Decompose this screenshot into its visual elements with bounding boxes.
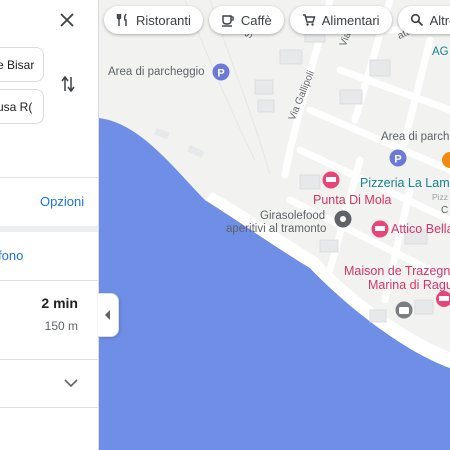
chip-label: Alimentari	[321, 12, 380, 28]
map-label-punta-di-mola[interactable]: Punta Di Mola	[313, 193, 392, 207]
origin-value: e Bisar	[0, 57, 35, 72]
map-label-parking[interactable]: Area di parche	[381, 131, 450, 143]
svg-text:P: P	[217, 68, 224, 80]
chip-cafes[interactable]: Caffè	[208, 6, 284, 34]
origin-input[interactable]: e Bisar	[0, 47, 44, 82]
map-label-maison-sub[interactable]: Marina di Ragu	[368, 278, 450, 292]
collapse-panel-button[interactable]	[98, 293, 119, 337]
fork-knife-icon	[116, 13, 127, 26]
section-divider	[0, 226, 98, 232]
camera-pin-icon	[395, 301, 413, 319]
route-option[interactable]: 2 min 150 m	[0, 281, 98, 359]
chip-groceries[interactable]: Alimentari	[289, 6, 392, 34]
close-icon[interactable]	[60, 13, 74, 27]
parking-pin-icon: P	[212, 63, 230, 81]
poi-pin-icon	[334, 210, 352, 228]
chip-more[interactable]: Altro	[397, 6, 450, 34]
map-label-maison[interactable]: Maison de Trazegni	[344, 264, 450, 278]
hotel-pin-icon	[371, 220, 389, 238]
svg-text:P: P	[394, 154, 401, 166]
swap-icon[interactable]	[61, 75, 75, 93]
shopping-cart-icon	[302, 14, 316, 26]
map-label-pizzeria-sub: Pizz	[432, 192, 449, 202]
chip-label: Ristoranti	[136, 12, 191, 28]
map-label-place[interactable]: AG	[432, 46, 449, 58]
map-label-letter: C	[441, 205, 449, 216]
route-distance: 150 m	[44, 319, 78, 333]
chevron-left-icon	[105, 310, 110, 320]
destination-input[interactable]: usa R(	[0, 89, 44, 124]
filter-chip-bar: Ristoranti Caffè Alimentari Altro	[104, 6, 450, 34]
coffee-cup-icon	[221, 15, 234, 27]
map-label-girasole[interactable]: Girasolefood	[260, 210, 325, 222]
destination-value: usa R(	[0, 99, 33, 114]
route-duration: 2 min	[41, 295, 78, 311]
chip-label: Caffè	[240, 12, 272, 28]
search-icon	[410, 13, 423, 27]
map-label-girasole-sub[interactable]: aperitivi al tramonto	[226, 223, 326, 235]
divider	[0, 407, 98, 408]
options-link[interactable]: Opzioni	[40, 194, 84, 209]
parking-pin-icon: P	[389, 149, 407, 167]
hotel-pin-icon	[322, 171, 340, 189]
chevron-down-icon[interactable]	[64, 378, 78, 388]
map-label-pizzeria[interactable]: Pizzeria La Lamp	[360, 176, 450, 190]
map-label-attico[interactable]: Attico Bella	[391, 222, 450, 236]
directions-panel: e Bisar usa R( Opzioni fono 2 min 150 m	[0, 0, 99, 450]
divider	[0, 359, 98, 360]
map-label-parking[interactable]: Area di parcheggio	[108, 66, 205, 78]
chip-label: Altro	[429, 12, 450, 28]
chip-restaurants[interactable]: Ristoranti	[104, 6, 203, 34]
phone-link[interactable]: fono	[0, 248, 23, 263]
divider	[0, 177, 98, 178]
